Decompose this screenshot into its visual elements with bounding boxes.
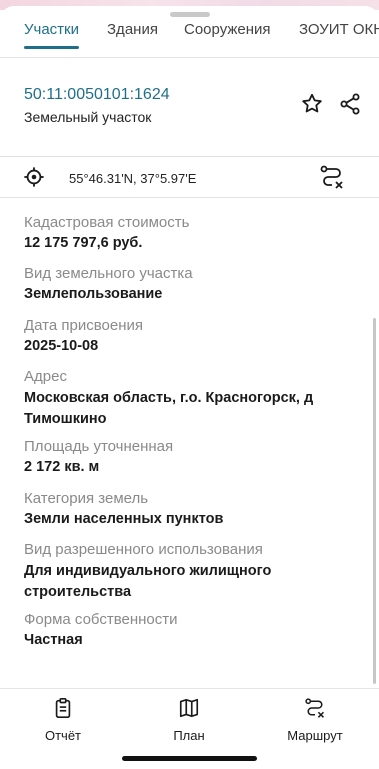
field-value-permitted-use: Для индивидуального жилищного строительс… (24, 563, 272, 600)
field-value-land-category: Земли населенных пунктов (24, 511, 224, 527)
tab-label: Сооружения (184, 21, 271, 38)
field-value-area: 2 172 кв. м (24, 459, 100, 475)
share-button[interactable] (338, 92, 362, 121)
header-divider (0, 156, 379, 157)
route-clear-button[interactable] (319, 164, 345, 195)
field-label-ownership: Форма собственности (24, 611, 178, 628)
map-icon (179, 698, 199, 718)
home-indicator[interactable] (122, 756, 257, 761)
field-label-land-category: Категория земель (24, 490, 149, 507)
favorite-star-button[interactable] (300, 92, 324, 121)
field-label-permitted-use: Вид разрешенного использования (24, 541, 263, 558)
tabs-divider (0, 57, 379, 58)
tab-structures[interactable]: Сооружения (184, 16, 271, 56)
field-value-ownership: Частная (24, 632, 83, 648)
field-value-cadastral-value: 12 175 797,6 руб. (24, 235, 143, 251)
parcel-type: Земельный участок (24, 109, 152, 125)
report-button[interactable]: Отчёт (18, 697, 108, 743)
tab-label: Здания (107, 21, 158, 38)
field-value-address: Московская область, г.о. Красногорск, д … (24, 390, 314, 427)
route-icon (305, 698, 325, 718)
plan-label: План (173, 728, 205, 743)
coordinates-text[interactable]: 55°46.31'N, 37°5.97'E (69, 171, 196, 186)
route-button[interactable]: Маршрут (270, 697, 360, 743)
report-label: Отчёт (44, 728, 82, 743)
field-label-cadastral-value: Кадастровая стоимость (24, 214, 190, 231)
route-label: Маршрут (287, 728, 343, 743)
tab-label: Участки (24, 21, 79, 38)
field-label-address: Адрес (24, 368, 67, 385)
star-icon (302, 93, 322, 113)
tab-active-underline (24, 46, 79, 49)
coords-divider (0, 197, 379, 198)
cadastral-number[interactable]: 50:11:0050101:1624 (24, 86, 170, 104)
scrollbar[interactable] (373, 318, 376, 684)
field-label-assignment-date: Дата присвоения (24, 317, 143, 334)
crosshair-icon (24, 167, 44, 187)
share-icon (340, 93, 360, 115)
tab-label: ЗОУИТ ОКН (299, 21, 379, 38)
field-value-land-type: Землепользование (24, 286, 163, 302)
tab-buildings[interactable]: Здания (107, 16, 158, 56)
plan-button[interactable]: План (144, 697, 234, 743)
locate-button[interactable] (23, 166, 45, 193)
field-value-assignment-date: 2025-10-08 (24, 338, 99, 354)
tab-bar: Участки Здания Сооружения ЗОУИТ ОКН (0, 16, 379, 56)
tab-parcels[interactable]: Участки (24, 16, 79, 56)
field-label-area: Площадь уточненная (24, 438, 174, 455)
field-label-land-type: Вид земельного участка (24, 265, 193, 282)
route-cancel-icon (320, 165, 343, 189)
tab-zouit[interactable]: ЗОУИТ ОКН (299, 16, 379, 56)
report-icon (55, 698, 71, 718)
